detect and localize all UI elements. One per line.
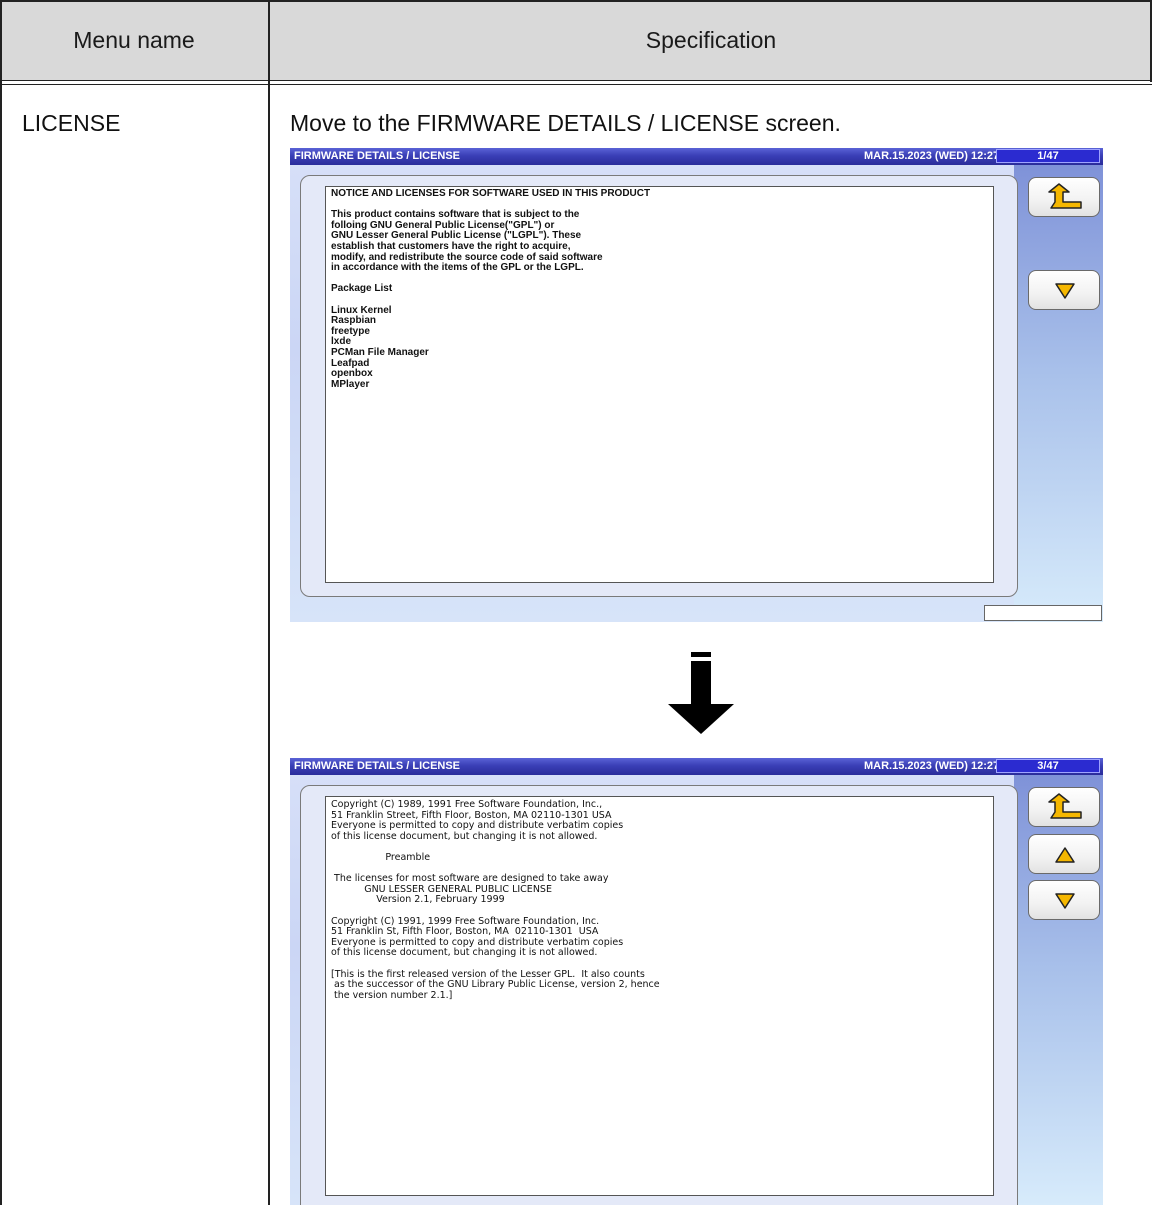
license-text-area[interactable]: Copyright (C) 1989, 1991 Free Software F…: [325, 796, 994, 1196]
button-sidebar: [1014, 165, 1103, 622]
return-arrow-icon: [1048, 183, 1082, 209]
triangle-up-icon: [1055, 847, 1075, 863]
screen-license-page-1: FIRMWARE DETAILS / LICENSE MAR.15.2023 (…: [290, 148, 1103, 622]
page-indicator: 1/47: [996, 149, 1100, 163]
license-text-line: Everyone is permitted to copy and distri…: [331, 936, 624, 948]
datetime-display: MAR.15.2023 (WED) 12:27: [864, 760, 1000, 772]
license-text-line: Copyright (C) 1989, 1991 Free Software F…: [331, 799, 603, 810]
license-text-line: Copyright (C) 1991, 1999 Free Software F…: [331, 915, 600, 927]
page-indicator: 3/47: [996, 759, 1100, 773]
license-text-area[interactable]: NOTICE AND LICENSES FOR SOFTWARE USED IN…: [325, 186, 994, 583]
column-divider: [268, 0, 270, 1205]
scroll-down-button[interactable]: [1028, 270, 1100, 310]
license-text-line: [This is the first released version of t…: [331, 968, 645, 980]
header-divider-2: [0, 84, 1152, 85]
license-text-line: 51 Franklin St, Fifth Floor, Boston, MA …: [331, 926, 599, 938]
header-divider-1: [0, 80, 1152, 81]
license-text-frame: Copyright (C) 1989, 1991 Free Software F…: [300, 785, 1018, 1205]
license-text-line: Linux Kernel: [331, 304, 392, 316]
license-text-line: Package List: [331, 283, 393, 295]
license-text-line: MPlayer: [331, 378, 370, 390]
back-button[interactable]: [1028, 177, 1100, 217]
license-text-line: Leafpad: [331, 357, 370, 369]
license-text-line: NOTICE AND LICENSES FOR SOFTWARE USED IN…: [331, 188, 651, 199]
license-text-line: openbox: [331, 368, 373, 380]
license-text-line: freetype: [331, 325, 370, 337]
header-menu-name: Menu name: [73, 26, 195, 53]
license-text-line: 51 Franklin Street, Fifth Floor, Boston,…: [331, 809, 612, 821]
license-text-line: GNU Lesser General Public License ("LGPL…: [331, 230, 582, 242]
license-text-line: establish that customers have the right …: [331, 241, 571, 252]
license-text-line: lxde: [331, 336, 352, 348]
license-text-line: PCMan File Manager: [331, 347, 429, 358]
license-text-line: of this license document, but changing i…: [331, 947, 598, 959]
back-button[interactable]: [1028, 787, 1100, 827]
down-arrow-icon: [668, 652, 734, 734]
license-text-line: modify, and redistribute the source code…: [331, 251, 603, 263]
license-text-line: The licenses for most software are desig…: [331, 873, 609, 885]
license-text-line: Raspbian: [331, 315, 377, 327]
screen-license-page-3: FIRMWARE DETAILS / LICENSE MAR.15.2023 (…: [290, 758, 1103, 1205]
license-text-frame: NOTICE AND LICENSES FOR SOFTWARE USED IN…: [300, 175, 1018, 597]
title-bar: FIRMWARE DETAILS / LICENSE MAR.15.2023 (…: [290, 758, 1103, 775]
triangle-down-icon: [1055, 283, 1075, 299]
license-text-line: as the successor of the GNU Library Publ…: [331, 979, 660, 991]
scroll-down-button[interactable]: [1028, 880, 1100, 920]
header-specification: Specification: [645, 26, 777, 53]
table-header-row: Menu name Specification: [0, 0, 1152, 80]
screen-title: FIRMWARE DETAILS / LICENSE: [294, 150, 461, 162]
title-bar: FIRMWARE DETAILS / LICENSE MAR.15.2023 (…: [290, 148, 1103, 165]
license-text-line: in accordance with the items of the GPL …: [331, 262, 584, 274]
license-text-line: Everyone is permitted to copy and distri…: [331, 820, 624, 832]
scroll-up-button[interactable]: [1028, 834, 1100, 874]
return-arrow-icon: [1048, 793, 1082, 819]
license-text-line: This product contains software that is s…: [331, 209, 580, 221]
license-text-line: GNU LESSER GENERAL PUBLIC LICENSE: [331, 883, 552, 895]
license-text-line: the version number 2.1.]: [331, 989, 453, 1001]
license-text-line: of this license document, but changing i…: [331, 830, 598, 842]
datetime-display: MAR.15.2023 (WED) 12:27: [864, 150, 1000, 162]
menu-name-cell: LICENSE: [22, 110, 121, 136]
license-text-line: Version 2.1, February 1999: [331, 894, 505, 906]
triangle-down-icon: [1055, 893, 1075, 909]
status-field: [984, 605, 1102, 621]
table-border-left: [0, 0, 2, 1205]
screen-title: FIRMWARE DETAILS / LICENSE: [294, 760, 461, 772]
table-border-top: [0, 0, 1152, 2]
specification-text: Move to the FIRMWARE DETAILS / LICENSE s…: [290, 110, 841, 136]
license-text-line: folloing GNU General Public License("GPL…: [331, 219, 555, 231]
license-text-line: Preamble: [331, 852, 431, 863]
